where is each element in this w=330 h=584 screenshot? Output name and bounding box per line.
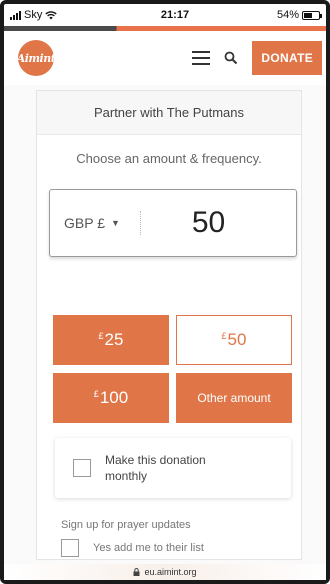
donate-button[interactable]: DONATE [252,41,322,75]
wifi-icon [45,10,58,19]
site-logo[interactable]: Aimint [16,40,56,76]
monthly-option[interactable]: Make this donation monthly [55,438,291,498]
menu-icon[interactable] [192,51,211,65]
instruction-text: Choose an amount & frequency. [76,151,262,166]
battery-icon [302,10,322,20]
currency-select[interactable]: GBP £ ▼ [50,215,140,231]
currency-symbol: £ [221,331,227,341]
prayer-updates-heading: Sign up for prayer updates [61,519,191,531]
preset-amount-100[interactable]: £ 100 [53,373,169,423]
clock: 21:17 [160,9,190,21]
preset-value: 25 [104,330,124,349]
monthly-label: Make this donation monthly [105,453,206,483]
prayer-checkbox[interactable] [61,539,79,557]
site-header: Aimint DONATE [4,31,326,85]
currency-label: GBP £ [64,215,105,231]
card-title: Partner with The Putmans [37,91,301,135]
carrier-name: Sky [24,9,43,21]
logo-text: Aimint [16,51,56,65]
preset-amount-50[interactable]: £ 50 [176,315,292,365]
monthly-checkbox[interactable] [73,459,91,477]
lock-icon [133,568,140,576]
currency-symbol: £ [98,331,104,341]
amount-input[interactable]: 50 [141,206,296,240]
signal-icon [10,10,21,20]
search-icon[interactable] [224,51,238,65]
preset-amount-25[interactable]: £ 25 [53,315,169,365]
status-bar: Sky 21:17 54% [4,4,326,26]
preset-value: 50 [227,330,247,349]
preset-value: 100 [99,388,129,407]
donation-card: Partner with The Putmans Choose an amoun… [36,90,302,560]
other-amount-button[interactable]: Other amount [176,373,292,423]
currency-symbol: £ [93,389,99,399]
battery-percent: 54% [276,9,299,21]
prayer-updates-option[interactable]: Yes add me to their list [61,539,204,557]
url-text: eu.aimint.org [144,567,197,577]
prayer-label: Yes add me to their list [93,542,204,554]
caret-down-icon: ▼ [111,218,120,228]
preset-value: Other amount [197,391,271,405]
browser-url-bar[interactable]: eu.aimint.org [4,564,326,580]
amount-field[interactable]: GBP £ ▼ 50 [49,189,297,257]
